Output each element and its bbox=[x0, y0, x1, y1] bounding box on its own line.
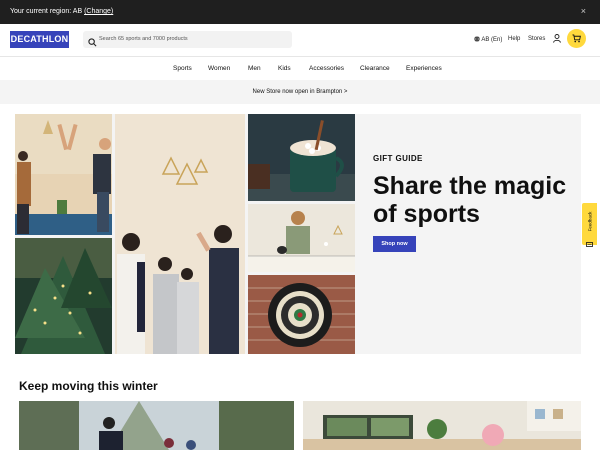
nav-item-women[interactable]: Women bbox=[208, 65, 230, 72]
region-bar: Your current region: AB (Change) × bbox=[0, 0, 600, 24]
hero-image-christmas-tree bbox=[15, 238, 112, 354]
decathlon-logo[interactable]: DECATHLON bbox=[10, 31, 69, 48]
nav-item-kids[interactable]: Kids bbox=[278, 65, 291, 72]
feedback-icon bbox=[586, 235, 593, 253]
promo-text: New Store now open in Brampton > bbox=[252, 89, 348, 95]
region-message: Your current region: AB (Change) bbox=[10, 8, 114, 15]
user-icon[interactable] bbox=[553, 34, 561, 45]
feedback-tab[interactable]: Feedback bbox=[582, 203, 597, 247]
nav-item-men[interactable]: Men bbox=[248, 65, 261, 72]
site-header: DECATHLON Search 65 sports and 7000 prod… bbox=[0, 24, 600, 57]
hero-image-dartboard bbox=[248, 275, 355, 354]
search-input[interactable]: Search 65 sports and 7000 products bbox=[83, 31, 292, 48]
section-title: Keep moving this winter bbox=[19, 379, 158, 393]
nav-item-sports[interactable]: Sports bbox=[173, 65, 192, 72]
winter-image-kids[interactable] bbox=[303, 401, 581, 450]
hero-image-high-five bbox=[15, 114, 112, 235]
language-label: AB (En) bbox=[481, 37, 503, 43]
search-icon bbox=[88, 34, 97, 52]
close-icon[interactable]: × bbox=[581, 6, 586, 16]
nav-item-clearance[interactable]: Clearance bbox=[360, 65, 390, 72]
hero-image-family-darts bbox=[115, 114, 245, 354]
globe-icon bbox=[474, 36, 480, 42]
hero-eyebrow: GIFT GUIDE bbox=[373, 154, 423, 163]
promo-banner[interactable]: New Store now open in Brampton > bbox=[0, 80, 600, 104]
stores-link[interactable]: Stores bbox=[528, 36, 545, 42]
nav-item-experiences[interactable]: Experiences bbox=[406, 65, 442, 72]
hero-image-hot-chocolate bbox=[248, 114, 355, 201]
change-region-link[interactable]: (Change) bbox=[84, 8, 113, 15]
cart-icon bbox=[572, 34, 581, 43]
winter-image-family[interactable] bbox=[19, 401, 294, 450]
hero-title: Share the magic of sports bbox=[373, 172, 567, 228]
shop-now-button[interactable]: Shop now bbox=[373, 236, 416, 252]
cart-button[interactable] bbox=[567, 29, 586, 48]
search-placeholder: Search 65 sports and 7000 products bbox=[99, 36, 188, 42]
nav-item-accessories[interactable]: Accessories bbox=[309, 65, 344, 72]
main-nav: Sports Women Men Kids Accessories Cleara… bbox=[0, 57, 600, 79]
help-link[interactable]: Help bbox=[508, 36, 520, 42]
language-selector[interactable]: AB (En) bbox=[474, 36, 502, 43]
hero-image-ping-pong bbox=[248, 204, 355, 272]
